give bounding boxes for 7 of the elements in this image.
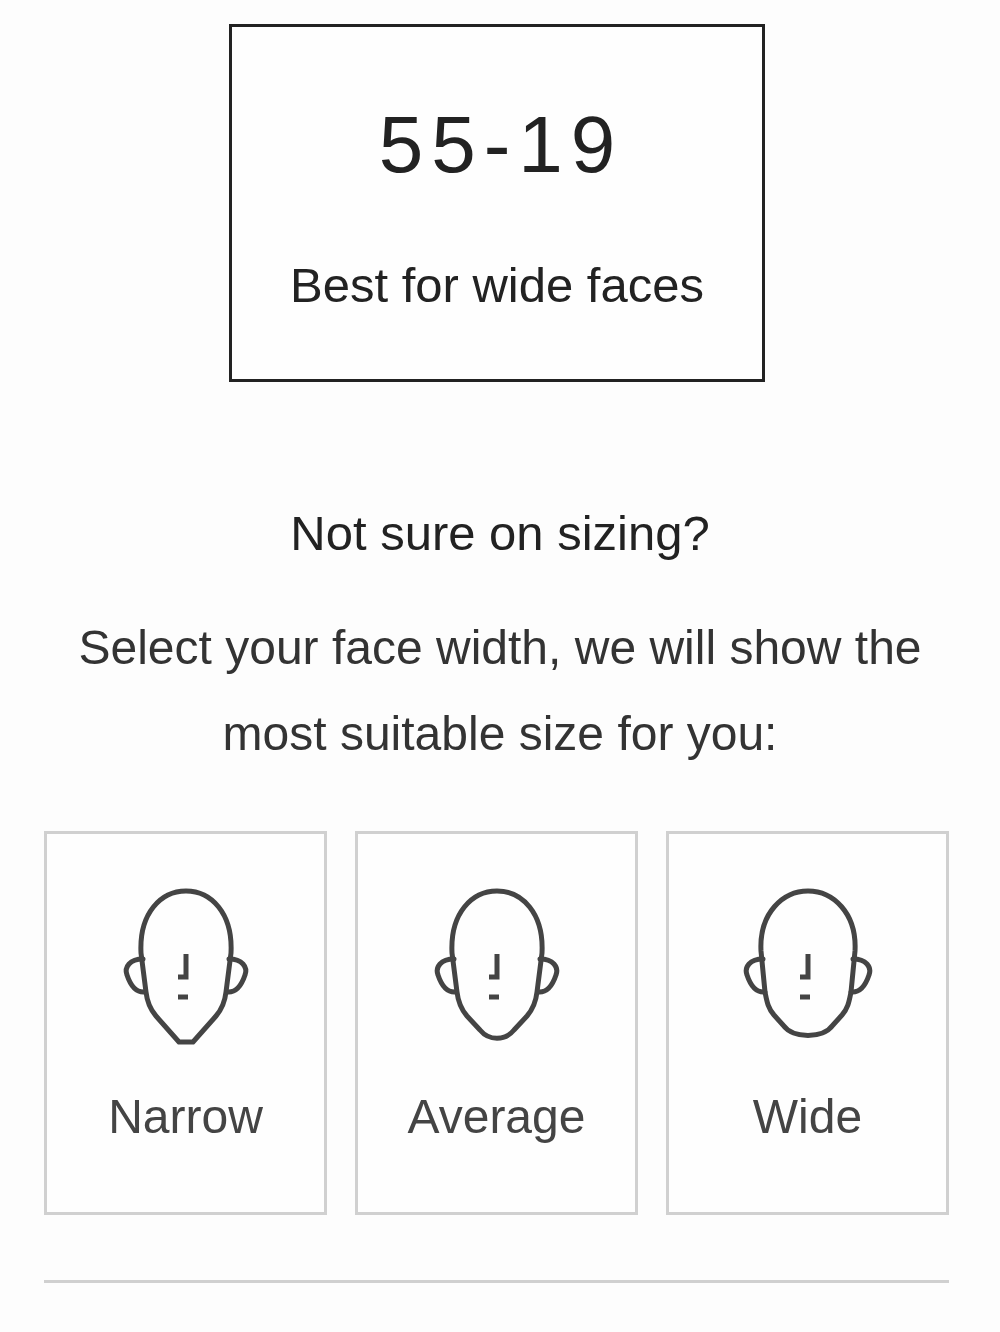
size-label: 55-19 (378, 99, 624, 191)
face-width-option[interactable]: Narrow (44, 831, 327, 1215)
size-description: Best for wide faces (290, 258, 704, 313)
face-width-option[interactable]: Average (355, 831, 638, 1215)
sizing-instruction: Select your face width, we will show the most suitable size for you: (77, 620, 923, 762)
sizing-question: Not sure on sizing? (290, 506, 710, 561)
face-width-option[interactable]: Wide (666, 831, 949, 1215)
